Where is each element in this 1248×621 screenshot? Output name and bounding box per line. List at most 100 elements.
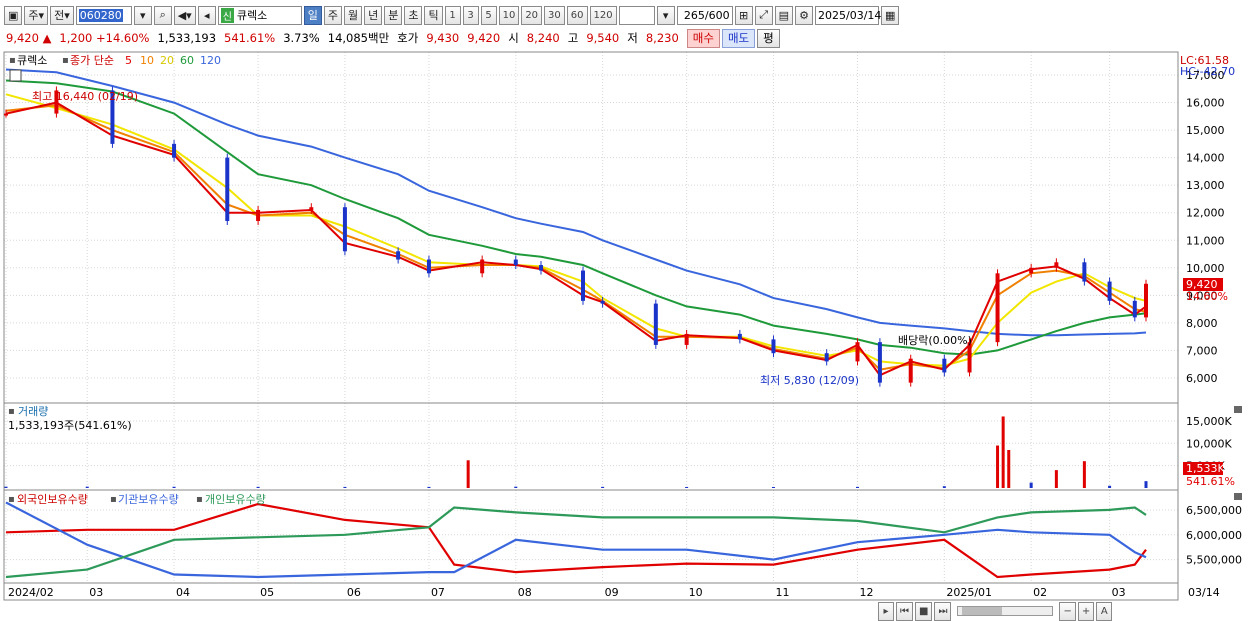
toolbar: ▣ 주 ▾ 전 ▾ 060280 ▾ ⌕ ◀▾ ◂ 신 큐렉소 일 주 월 년 분 … — [0, 4, 1248, 26]
high-marker: 최고 16,440 (02/19) — [32, 90, 138, 103]
x-tick-label: 2024/02 — [8, 586, 54, 599]
scrollbar-track[interactable] — [957, 606, 1054, 616]
legend-institution: 기관보유수량 — [118, 493, 179, 506]
y-tick-label: 11,000 — [1186, 234, 1225, 247]
last-price-pct: 14.60% — [1186, 290, 1228, 303]
interval-10[interactable]: 10 — [498, 5, 520, 25]
volume-bar — [942, 486, 946, 488]
volume-bar — [1144, 481, 1148, 488]
holdings-tick-label: 5,500,000 — [1186, 554, 1242, 567]
candle-body — [737, 333, 742, 340]
period-day[interactable]: 일 — [303, 5, 322, 25]
last-icon[interactable]: ⏭ — [934, 601, 952, 621]
open-label: 시 — [508, 31, 519, 45]
candle-body — [684, 333, 689, 345]
volume-bar — [1082, 461, 1086, 488]
legend-marker-icon: ▪ — [110, 494, 117, 505]
y-tick-label: 16,000 — [1186, 97, 1225, 110]
interval-dropdown-icon[interactable]: ▾ — [656, 5, 675, 25]
period-year[interactable]: 년 — [364, 5, 383, 25]
interval-3[interactable]: 3 — [462, 5, 479, 25]
gear-icon[interactable]: ⚙ — [795, 5, 814, 25]
mode-select[interactable]: 주 ▾ — [24, 5, 49, 25]
mode2-label: 전 — [54, 9, 65, 22]
x-tick-label: 12 — [859, 586, 873, 599]
count-field[interactable]: 265/600 — [676, 5, 733, 25]
draw-tool-icon[interactable]: ⤢ — [754, 5, 773, 25]
average-button[interactable]: 평 — [757, 28, 780, 48]
period-minute[interactable]: 분 — [384, 5, 403, 25]
volume-bar — [601, 486, 605, 488]
period-week[interactable]: 주 — [323, 5, 342, 25]
stock-name-field[interactable]: 신 큐렉소 — [217, 5, 302, 25]
interval-1[interactable]: 1 — [444, 5, 461, 25]
chart-settings-icon[interactable]: ⊞ — [734, 5, 753, 25]
legend-ma20: 20 — [160, 54, 174, 67]
font-icon[interactable]: A — [1096, 601, 1113, 621]
legend-marker-icon: ▪ — [62, 55, 69, 66]
layout-icon[interactable]: ▣ — [4, 5, 23, 25]
volume-bar — [172, 486, 176, 488]
period-second[interactable]: 초 — [404, 5, 423, 25]
low-label: 저 — [627, 31, 638, 45]
scrollbar-thumb[interactable] — [962, 607, 1003, 615]
interval-60[interactable]: 60 — [566, 5, 588, 25]
holdings-tick-label: 6,500,000 — [1186, 504, 1242, 517]
interval-20[interactable]: 20 — [521, 5, 543, 25]
volume-ratio: 541.61% — [224, 31, 276, 45]
candle-body — [771, 339, 776, 354]
candle-body — [396, 251, 401, 260]
stock-chart[interactable]: 17,00016,00015,00014,00013,00012,00011,0… — [0, 50, 1248, 602]
y-tick-label: 15,000 — [1186, 124, 1225, 137]
prev-icon[interactable]: ◂ — [197, 5, 216, 25]
interval-custom-input[interactable] — [618, 5, 655, 25]
interval-30[interactable]: 30 — [544, 5, 565, 25]
scroll-right-icon[interactable]: ▸ — [878, 601, 894, 621]
period-month[interactable]: 월 — [343, 5, 363, 25]
volume-bar — [256, 486, 260, 488]
volume-bar — [996, 445, 1000, 488]
x-tick-label: 08 — [518, 586, 532, 599]
trade-amount: 14,085백만 — [327, 31, 390, 45]
stock-code-input[interactable]: 060280 — [75, 5, 132, 25]
candle-body — [942, 358, 947, 373]
stop-icon[interactable]: ■ — [915, 601, 933, 621]
candle-body — [908, 358, 913, 383]
buy-button[interactable]: 매수 — [686, 28, 720, 48]
volume-bar — [1007, 450, 1011, 488]
volume-bar — [1054, 470, 1058, 488]
zoom-out-icon[interactable]: − — [1059, 601, 1076, 621]
close-icon[interactable] — [1234, 493, 1242, 500]
period-tick[interactable]: 틱 — [424, 5, 443, 25]
grid-toggle-icon[interactable] — [9, 69, 22, 82]
volume-bar — [4, 486, 8, 488]
holdings-tick-label: 6,000,000 — [1186, 529, 1242, 542]
x-tick-label: 06 — [347, 586, 361, 599]
candle-body — [309, 207, 314, 210]
speaker-icon[interactable]: ◀▾ — [173, 5, 196, 25]
save-icon[interactable]: ▤ — [774, 5, 794, 25]
low-price: 8,230 — [645, 31, 679, 45]
candle-body — [855, 342, 860, 362]
interval-120[interactable]: 120 — [589, 5, 617, 25]
search-icon[interactable]: ⌕ — [153, 5, 172, 25]
zoom-in-icon[interactable]: + — [1077, 601, 1095, 621]
calendar-icon[interactable]: ▦ — [881, 5, 900, 25]
dropdown-icon[interactable]: ▾ — [133, 5, 152, 25]
date-field[interactable]: 2025/03/14 — [815, 5, 881, 25]
volume-bar — [855, 486, 859, 488]
legend-marker-icon: ▪ — [9, 55, 16, 66]
volume-tick-label: 15,000K — [1186, 415, 1232, 428]
hc-label: HC:-42.70 — [1180, 65, 1235, 78]
candle-body — [1054, 262, 1059, 268]
legend-ma10: 10 — [140, 54, 154, 67]
legend-foreign: 외국인보유수량 — [17, 493, 88, 506]
first-icon[interactable]: ⏮ — [896, 601, 913, 621]
legend-marker-icon: ▪ — [196, 494, 203, 505]
interval-5[interactable]: 5 — [480, 5, 497, 25]
x-tick-label: 05 — [260, 586, 274, 599]
close-icon[interactable] — [1234, 406, 1242, 413]
mode2-select[interactable]: 전 ▾ — [50, 5, 74, 25]
x-tick-label: 03/14 — [1188, 586, 1220, 599]
sell-button[interactable]: 매도 — [721, 28, 756, 48]
